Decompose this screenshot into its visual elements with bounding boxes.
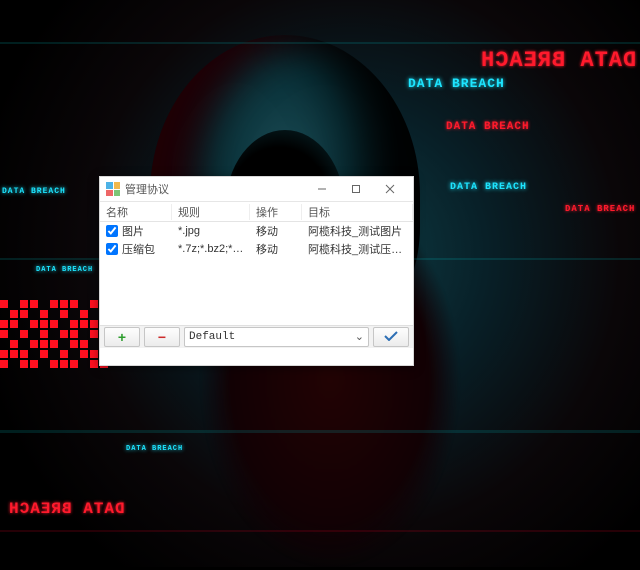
row-rule: *.jpg — [172, 225, 250, 237]
glitch-line — [0, 42, 640, 44]
breach-text: DATA BREACH — [480, 48, 636, 73]
row-action: 移动 — [250, 223, 302, 239]
pixel-glitch — [0, 300, 108, 368]
check-icon — [384, 331, 398, 344]
rules-grid[interactable]: 名称 规则 操作 目标 图片 *.jpg移动阿榄科技_测试图片压缩包 *.7z;*.… — [100, 202, 413, 325]
chevron-down-icon: ⌄ — [355, 330, 364, 344]
plus-icon: + — [118, 330, 126, 344]
row-check[interactable]: 图片 — [106, 223, 144, 239]
col-rule[interactable]: 规则 — [172, 204, 250, 220]
breach-text: DATA BREACH — [408, 76, 505, 91]
close-button[interactable] — [373, 177, 407, 201]
col-action[interactable]: 操作 — [250, 204, 302, 220]
breach-text: DATA BREACH — [450, 182, 527, 193]
titlebar[interactable]: 管理协议 — [100, 177, 413, 202]
row-name: 图片 — [122, 223, 144, 239]
breach-text: DATA BREACH — [36, 266, 93, 274]
breach-text: DATA BREACH — [126, 445, 183, 453]
manage-rules-dialog: 管理协议 名称 规则 操作 目标 图片 *.jpg移动阿榄科技_测试图片压缩包 *.… — [99, 176, 414, 366]
minus-icon: − — [158, 330, 166, 344]
window-title: 管理协议 — [125, 181, 169, 197]
profile-dropdown[interactable]: Default ⌄ — [184, 327, 369, 347]
glitch-line — [0, 530, 640, 532]
row-rule: *.7z;*.bz2;*.gz… — [172, 243, 250, 255]
row-target: 阿榄科技_测试压… — [302, 241, 413, 257]
row-action: 移动 — [250, 241, 302, 257]
add-button[interactable]: + — [104, 327, 140, 347]
confirm-button[interactable] — [373, 327, 409, 347]
row-name: 压缩包 — [122, 241, 155, 257]
row-target: 阿榄科技_测试图片 — [302, 223, 413, 239]
breach-text: DATA BREACH — [2, 187, 66, 196]
remove-button[interactable]: − — [144, 327, 180, 347]
breach-text: DATA BREACH — [8, 500, 125, 518]
breach-text: DATA BREACH — [565, 204, 635, 214]
table-row[interactable]: 压缩包 *.7z;*.bz2;*.gz…移动阿榄科技_测试压… — [100, 240, 413, 258]
col-target[interactable]: 目标 — [302, 204, 413, 220]
breach-text: DATA BREACH — [446, 121, 530, 133]
table-row[interactable]: 图片 *.jpg移动阿榄科技_测试图片 — [100, 222, 413, 240]
maximize-button[interactable] — [339, 177, 373, 201]
minimize-button[interactable] — [305, 177, 339, 201]
col-name[interactable]: 名称 — [100, 204, 172, 220]
glitch-line — [0, 430, 640, 433]
toolbar: + − Default ⌄ — [100, 325, 413, 348]
app-icon — [106, 182, 120, 196]
row-checkbox[interactable] — [106, 243, 118, 255]
grid-header: 名称 规则 操作 目标 — [100, 202, 413, 222]
row-check[interactable]: 压缩包 — [106, 241, 155, 257]
row-checkbox[interactable] — [106, 225, 118, 237]
dropdown-value: Default — [189, 331, 235, 343]
